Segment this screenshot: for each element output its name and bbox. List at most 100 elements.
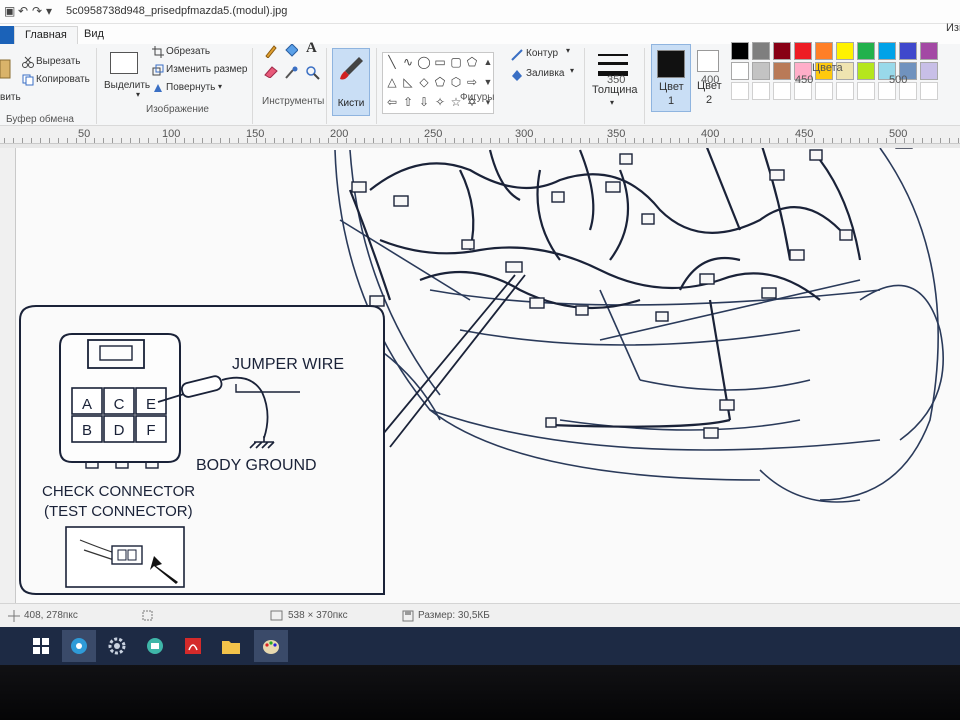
paste-icon[interactable]	[0, 58, 12, 82]
taskbar-settings[interactable]	[100, 630, 134, 662]
taskbar-app[interactable]	[138, 630, 172, 662]
ruler-tick	[742, 138, 743, 143]
pencil-icon[interactable]	[264, 44, 278, 58]
ruler-tick	[940, 138, 941, 143]
down-arrow-shape-icon[interactable]: ⇩	[417, 95, 431, 109]
palette-color[interactable]	[920, 62, 938, 80]
ruler-tick	[148, 138, 149, 143]
color1-button[interactable]: Цвет 1	[651, 44, 691, 112]
brushes-button[interactable]: Кисти	[332, 48, 370, 116]
taskbar-paint[interactable]	[254, 630, 288, 662]
drawing-canvas[interactable]: A C E B D F JUMPER WIRE BODY GROUND CHEC…	[16, 148, 960, 603]
outline-button[interactable]: Контур	[526, 48, 558, 59]
taskbar-explorer[interactable]	[214, 630, 248, 662]
rotate-icon[interactable]	[152, 82, 164, 94]
magnifier-icon[interactable]	[306, 66, 320, 80]
pin-a: A	[82, 396, 92, 413]
undo-icon[interactable]: ↶	[18, 4, 28, 18]
rectangle-shape-icon[interactable]: ▭	[433, 55, 447, 69]
cut-button[interactable]: Вырезать	[36, 56, 80, 67]
resize-button[interactable]: Изменить размер	[166, 64, 247, 75]
copy-icon[interactable]	[22, 74, 34, 86]
resize-icon[interactable]	[152, 64, 164, 76]
custom-color-slot[interactable]	[773, 82, 791, 100]
customize-icon[interactable]: ▾	[46, 4, 52, 18]
outline-dropdown-icon[interactable]: ▾	[566, 46, 570, 55]
palette-color[interactable]	[773, 42, 791, 60]
paste-button[interactable]: вить	[0, 92, 21, 103]
palette-color[interactable]	[878, 42, 896, 60]
selection-size-icon	[142, 610, 153, 621]
left-arrow-shape-icon[interactable]: ⇦	[385, 95, 399, 109]
select-icon[interactable]	[110, 52, 138, 74]
scroll-down-icon[interactable]: ▼	[481, 75, 495, 89]
ruler-tick	[751, 138, 752, 143]
palette-color[interactable]	[920, 42, 938, 60]
crop-icon[interactable]	[152, 46, 164, 58]
palette-color[interactable]	[752, 62, 770, 80]
triangle-shape-icon[interactable]: △	[385, 75, 399, 89]
palette-color[interactable]	[731, 42, 749, 60]
palette-color[interactable]	[752, 42, 770, 60]
custom-color-slot[interactable]	[731, 82, 749, 100]
outline-icon[interactable]	[510, 48, 524, 62]
start-button[interactable]	[24, 630, 58, 662]
ruler-tick	[337, 138, 338, 143]
pin-c: C	[114, 396, 125, 413]
edit-colors-button[interactable]: Изм	[946, 22, 960, 34]
palette-color[interactable]	[899, 42, 917, 60]
taskbar-pdf[interactable]	[176, 630, 210, 662]
right-arrow-shape-icon[interactable]: ⇨	[465, 75, 479, 89]
palette-color[interactable]	[857, 62, 875, 80]
text-icon[interactable]: A	[306, 40, 317, 57]
fill-dropdown-icon[interactable]: ▾	[570, 66, 574, 75]
custom-color-slot[interactable]	[836, 82, 854, 100]
cut-icon[interactable]	[22, 56, 34, 68]
custom-color-slot[interactable]	[815, 82, 833, 100]
select-button[interactable]: Выделить	[104, 80, 150, 91]
taskbar-browser[interactable]	[62, 630, 96, 662]
select-dropdown-icon[interactable]: ▾	[136, 90, 140, 99]
hexagon-shape-icon[interactable]: ⬡	[449, 75, 463, 89]
curve-shape-icon[interactable]: ∿	[401, 55, 415, 69]
fill-shape-icon[interactable]	[510, 68, 524, 82]
tab-file[interactable]	[0, 26, 14, 44]
tab-home[interactable]: Главная	[14, 26, 78, 44]
rotate-dropdown-icon[interactable]: ▾	[218, 82, 222, 91]
tab-view[interactable]: Вид	[74, 26, 114, 44]
palette-color[interactable]	[857, 42, 875, 60]
ruler-tick	[202, 138, 203, 143]
redo-icon[interactable]: ↷	[32, 4, 42, 18]
up-arrow-shape-icon[interactable]: ⇧	[401, 95, 415, 109]
crop-button[interactable]: Обрезать	[166, 46, 210, 57]
rounded-rectangle-shape-icon[interactable]: ▢	[449, 55, 463, 69]
palette-color[interactable]	[731, 62, 749, 80]
rotate-button[interactable]: Повернуть	[166, 82, 215, 93]
ruler-tick	[733, 138, 734, 143]
palette-color[interactable]	[815, 42, 833, 60]
scroll-up-icon[interactable]: ▲	[481, 55, 495, 69]
line-shape-icon[interactable]: ╲	[385, 55, 399, 69]
palette-color[interactable]	[836, 42, 854, 60]
ruler-tick	[580, 138, 581, 143]
save-icon[interactable]: ▣	[4, 4, 15, 18]
custom-color-slot[interactable]	[752, 82, 770, 100]
four-point-star-shape-icon[interactable]: ✧	[433, 95, 447, 109]
pentagon-shape-icon[interactable]: ⬠	[433, 75, 447, 89]
eraser-icon[interactable]	[264, 66, 278, 78]
custom-color-slot[interactable]	[857, 82, 875, 100]
fill-icon[interactable]	[284, 44, 298, 58]
polygon-shape-icon[interactable]: ⬠	[465, 55, 479, 69]
right-triangle-shape-icon[interactable]: ◺	[401, 75, 415, 89]
oval-shape-icon[interactable]: ◯	[417, 55, 431, 69]
color-picker-icon[interactable]	[284, 66, 298, 80]
copy-button[interactable]: Копировать	[36, 74, 90, 85]
custom-color-slot[interactable]	[920, 82, 938, 100]
diamond-shape-icon[interactable]: ◇	[417, 75, 431, 89]
fill-button[interactable]: Заливка	[526, 68, 565, 79]
palette-color[interactable]	[773, 62, 791, 80]
palette-color[interactable]	[794, 42, 812, 60]
tools-group-label: Инструменты	[262, 96, 325, 107]
ruler-tick	[94, 138, 95, 143]
size-dropdown-icon[interactable]: ▾	[610, 98, 614, 107]
